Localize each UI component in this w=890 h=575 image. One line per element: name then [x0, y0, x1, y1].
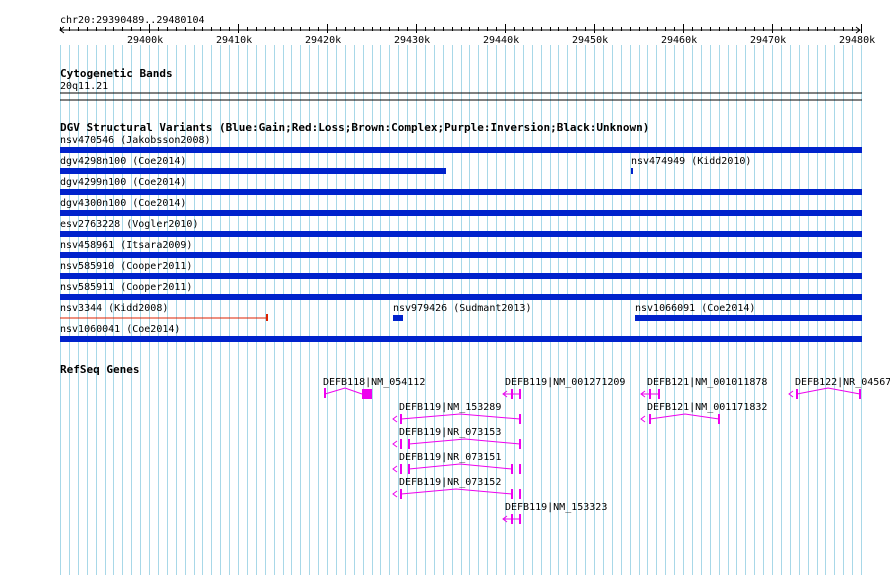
dgv-feature-nsv1060041[interactable] — [60, 336, 862, 342]
gene-label-defb119-nr073151[interactable]: DEFB119|NR_073151 — [399, 452, 501, 463]
dgv-feature-nsv585911[interactable] — [60, 294, 862, 300]
gene-label-defb119-nr073153[interactable]: DEFB119|NR_073153 — [399, 427, 501, 438]
gene-model-defb118[interactable] — [324, 387, 372, 399]
gene-model-defb121-nm001011878[interactable] — [640, 389, 660, 399]
dgv-track-title: DGV Structural Variants (Blue:Gain;Red:L… — [60, 121, 650, 134]
gene-label-defb121-nm001171832[interactable]: DEFB121|NM_001171832 — [647, 402, 767, 413]
dgv-label-nsv1066091[interactable]: nsv1066091 (Coe2014) — [635, 303, 755, 314]
gene-model-defb119-nr073152[interactable] — [392, 488, 521, 499]
dgv-feature-esv2763228[interactable] — [60, 231, 862, 237]
dgv-label-dgv4298n100[interactable]: dgv4298n100 (Coe2014) — [60, 156, 186, 167]
dgv-feature-nsv979426[interactable] — [393, 315, 403, 321]
dgv-feature-dgv4300n100[interactable] — [60, 210, 862, 216]
dgv-feature-dgv4299n100[interactable] — [60, 189, 862, 195]
dgv-label-nsv470546[interactable]: nsv470546 (Jakobsson2008) — [60, 135, 211, 146]
gene-label-defb119-nm153323[interactable]: DEFB119|NM_153323 — [505, 502, 607, 513]
dgv-feature-dgv4298n100[interactable] — [60, 168, 446, 174]
ruler-tick-label: 29480k — [839, 35, 876, 46]
gene-label-defb119-nm153289[interactable]: DEFB119|NM_153289 — [399, 402, 501, 413]
ruler-tick-label: 29450k — [572, 35, 609, 46]
dgv-label-nsv1060041[interactable]: nsv1060041 (Coe2014) — [60, 324, 180, 335]
gene-label-defb119-nr073152[interactable]: DEFB119|NR_073152 — [399, 477, 501, 488]
ruler-tick-label: 29430k — [394, 35, 431, 46]
ruler-tick-label: 29400k — [127, 35, 164, 46]
dgv-feature-nsv458961[interactable] — [60, 252, 862, 258]
dgv-feature-nsv474949[interactable] — [631, 168, 633, 174]
dgv-label-dgv4299n100[interactable]: dgv4299n100 (Coe2014) — [60, 177, 186, 188]
cytoband-label[interactable]: 20q11.21 — [60, 81, 108, 92]
cytoband-track-title: Cytogenetic Bands — [60, 67, 173, 80]
ruler-tick-label: 29470k — [750, 35, 787, 46]
gene-model-defb119-nr073153[interactable] — [392, 438, 521, 449]
ruler-tick-label: 29440k — [483, 35, 520, 46]
gene-label-defb121-nm001011878[interactable]: DEFB121|NM_001011878 — [647, 377, 767, 388]
dgv-label-nsv585910[interactable]: nsv585910 (Cooper2011) — [60, 261, 192, 272]
dgv-feature-nsv1066091[interactable] — [635, 315, 862, 321]
gene-label-defb118[interactable]: DEFB118|NM_054112 — [323, 377, 425, 388]
dgv-feature-nsv585910[interactable] — [60, 273, 862, 279]
ruler-tick-label: 29410k — [216, 35, 253, 46]
dgv-feature-nsv470546[interactable] — [60, 147, 862, 153]
dgv-label-nsv979426[interactable]: nsv979426 (Sudmant2013) — [393, 303, 531, 314]
dgv-label-nsv585911[interactable]: nsv585911 (Cooper2011) — [60, 282, 192, 293]
dgv-label-dgv4300n100[interactable]: dgv4300n100 (Coe2014) — [60, 198, 186, 209]
genome-browser-panel: chr20:29390489..29480104 29400k 29410k 2… — [0, 0, 890, 575]
gene-model-defb121-nm001171832[interactable] — [640, 413, 720, 424]
gene-label-defb122[interactable]: DEFB122|NR_04567 — [795, 377, 890, 388]
ruler-tick-label: 29460k — [661, 35, 698, 46]
dgv-label-esv2763228[interactable]: esv2763228 (Vogler2010) — [60, 219, 198, 230]
gene-model-defb119-nr073151[interactable] — [392, 463, 521, 474]
ruler-tick-label: 29420k — [305, 35, 342, 46]
dgv-feature-nsv3344[interactable] — [60, 314, 268, 321]
dgv-label-nsv3344[interactable]: nsv3344 (Kidd2008) — [60, 303, 168, 314]
dgv-label-nsv458961[interactable]: nsv458961 (Itsara2009) — [60, 240, 192, 251]
ruler-coordinates: chr20:29390489..29480104 — [60, 15, 205, 26]
refseq-track-title: RefSeq Genes — [60, 363, 140, 376]
gene-model-defb119-nm153289[interactable] — [392, 413, 521, 424]
gene-label-defb119-nm001271209[interactable]: DEFB119|NM_001271209 — [505, 377, 625, 388]
dgv-label-nsv474949[interactable]: nsv474949 (Kidd2010) — [631, 156, 751, 167]
